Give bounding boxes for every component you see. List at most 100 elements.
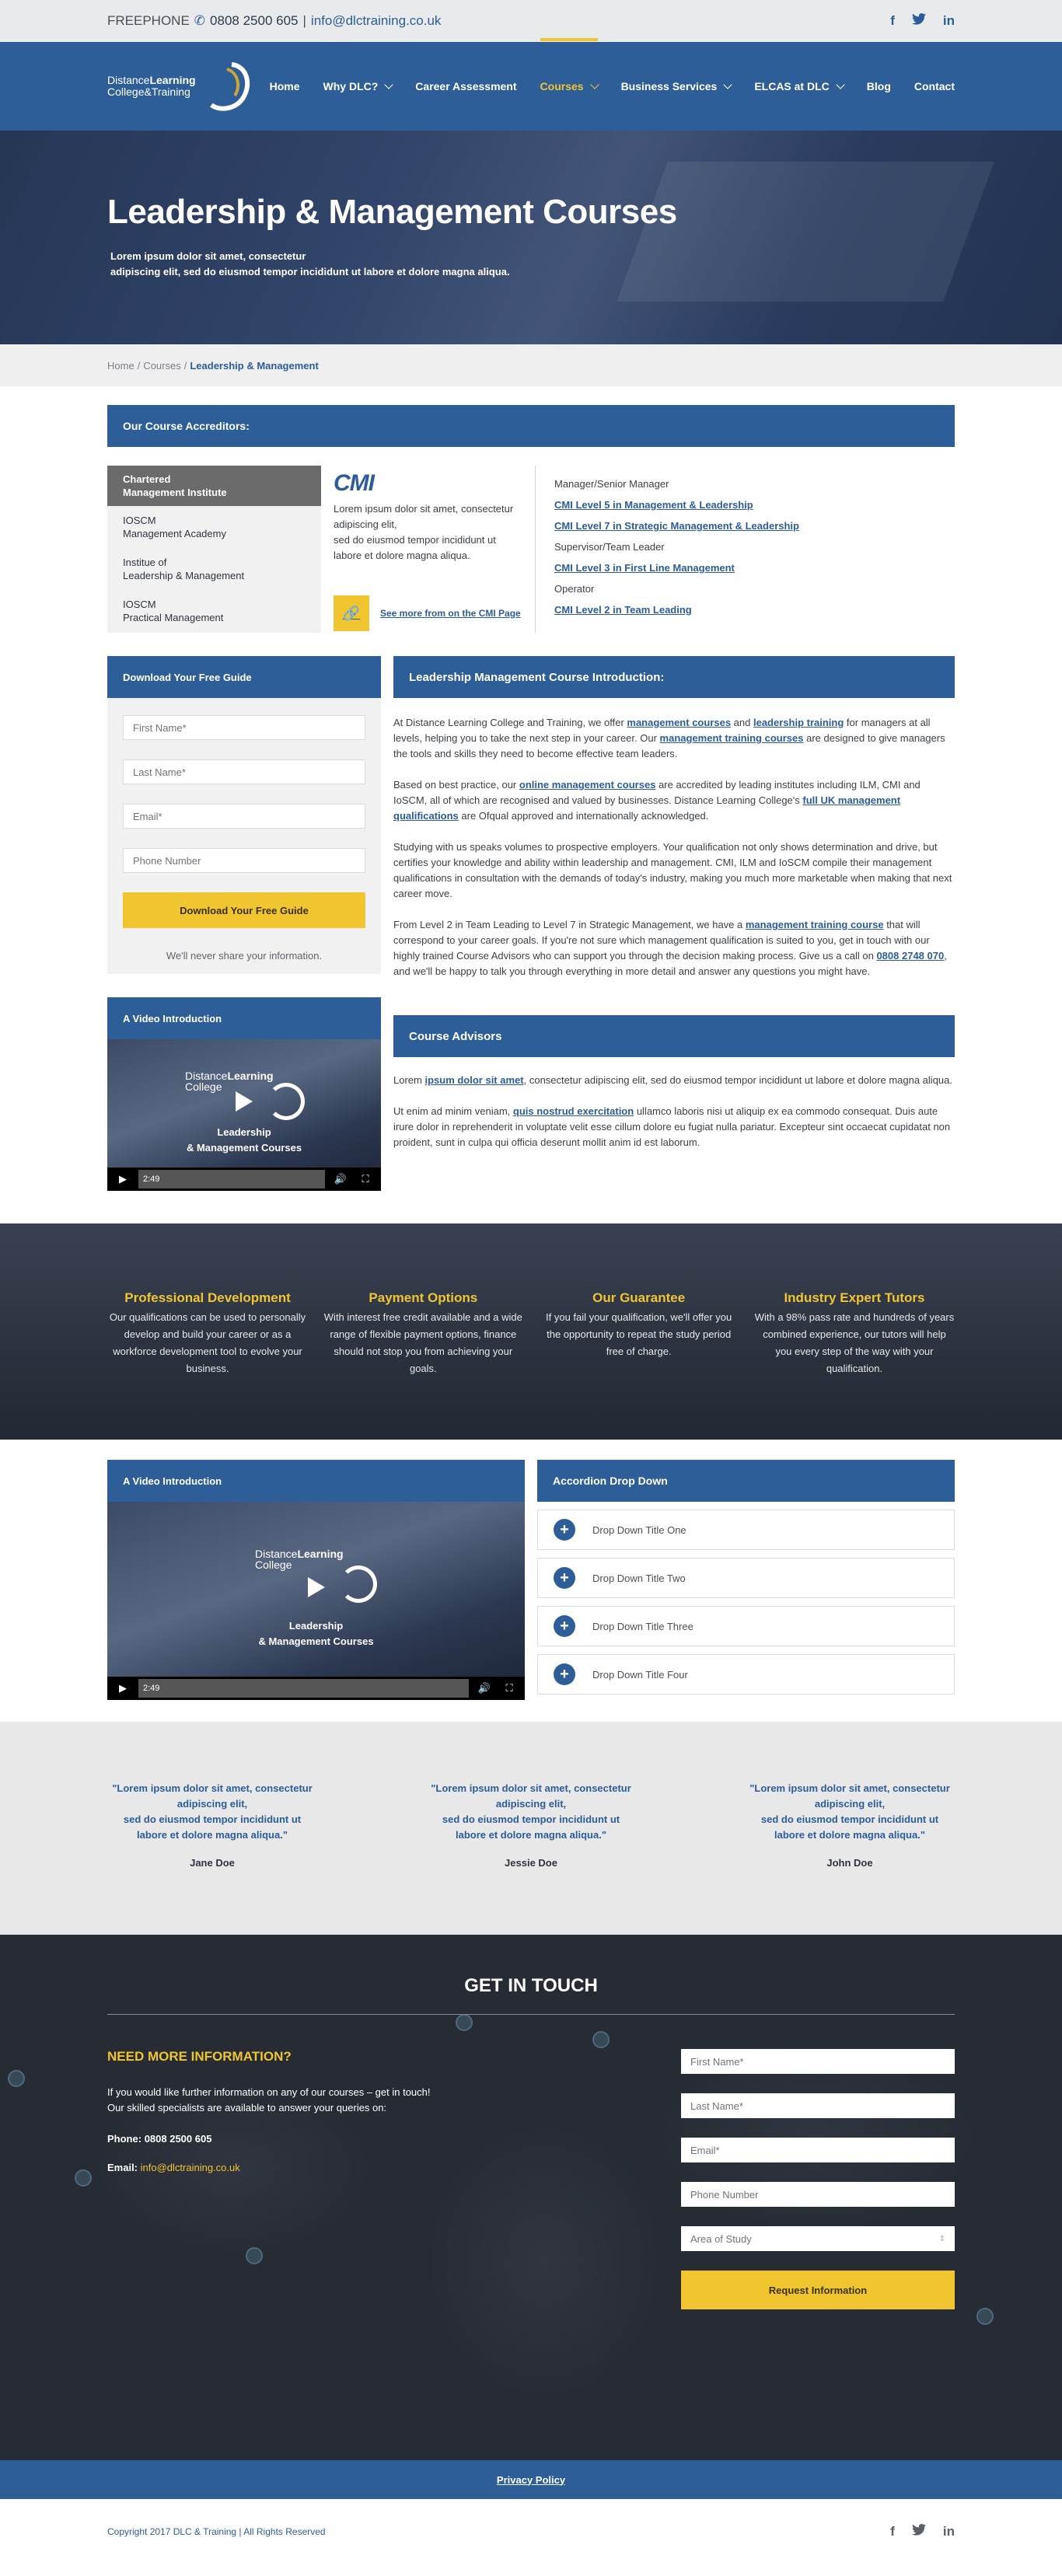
accordion-item-title: Drop Down Title Two: [592, 1572, 686, 1584]
course-link[interactable]: CMI Level 3 in First Line Management: [554, 557, 936, 578]
desc-line: sed do eiusmod tempor incididunt ut labo…: [334, 534, 496, 561]
email-field[interactable]: Email*: [681, 2138, 955, 2162]
tab-line: Leadership & Management: [123, 570, 245, 581]
breadcrumb-courses[interactable]: Courses: [143, 360, 180, 372]
twitter-icon[interactable]: [911, 13, 926, 29]
fullscreen-icon[interactable]: ⛶: [500, 1682, 519, 1695]
video-progress-bar[interactable]: 2:49: [138, 1170, 325, 1189]
video-player[interactable]: DistanceLearning College Leadership & Mana…: [107, 1502, 525, 1700]
quote-line: "Lorem ipsum dolor sit amet, consectetur: [431, 1782, 631, 1794]
inline-link[interactable]: quis nostrud exercitation: [513, 1105, 634, 1117]
breadcrumb-home[interactable]: Home: [107, 360, 134, 372]
cmi-page-link[interactable]: 🔗 See more from on the CMI Page: [334, 595, 521, 631]
course-level-heading: Manager/Senior Manager: [554, 478, 669, 490]
play-icon[interactable]: [307, 1577, 325, 1597]
phone-field[interactable]: Phone Number: [681, 2182, 955, 2207]
nav-career-label: Career Assessment: [415, 80, 517, 92]
phone-link[interactable]: 0808 2748 070: [876, 950, 944, 962]
play-button-icon[interactable]: ▶: [114, 1173, 132, 1185]
video-intro-small: A Video Introduction DistanceLearning Col…: [107, 997, 381, 1191]
nav-courses-label: Courses: [540, 80, 584, 92]
topbar-phone[interactable]: 0808 2500 605: [210, 13, 298, 29]
volume-icon[interactable]: 🔊: [331, 1173, 350, 1185]
video-player[interactable]: DistanceLearning College Leadership & Mana…: [107, 1039, 381, 1191]
twitter-icon[interactable]: [911, 2524, 926, 2539]
feature-card: Industry Expert Tutors With a 98% pass ra…: [754, 1290, 955, 1377]
phone-icon: ✆: [194, 13, 206, 28]
accordion-item[interactable]: + Drop Down Title Two: [537, 1558, 955, 1598]
chevron-down-icon: [384, 79, 393, 89]
inline-link[interactable]: ipsum dolor sit amet: [424, 1074, 523, 1086]
area-of-study-select[interactable]: Area of Study ⇕: [681, 2226, 955, 2251]
feature-title: Industry Expert Tutors: [784, 1290, 925, 1305]
volume-icon[interactable]: 🔊: [475, 1682, 494, 1695]
course-link[interactable]: CMI Level 7 in Strategic Management & Le…: [554, 515, 936, 536]
video-header: A Video Introduction: [107, 1460, 525, 1502]
chevron-down-icon: [589, 79, 599, 89]
first-name-field[interactable]: First Name*: [123, 715, 365, 740]
caption-line: Leadership: [217, 1126, 271, 1138]
accreditor-tab-ioscm-academy[interactable]: IOSCM Management Academy: [107, 506, 321, 548]
intro-paragraph: At Distance Learning College and Trainin…: [393, 715, 955, 762]
linkedin-icon[interactable]: in: [943, 13, 955, 29]
facebook-icon[interactable]: f: [890, 13, 895, 29]
hero-subtitle-line2: adipiscing elit, sed do eiusmod tempor i…: [110, 266, 510, 277]
nav-elcas[interactable]: ELCAS at DLC: [754, 72, 845, 100]
quote-line: sed do eiusmod tempor incididunt ut: [123, 1813, 302, 1825]
hero-banner: Leadership & Management Courses Lorem ip…: [0, 131, 1062, 344]
nav-home[interactable]: Home: [270, 72, 300, 100]
nav-blog[interactable]: Blog: [867, 72, 891, 100]
phone-field[interactable]: Phone Number: [123, 848, 365, 873]
advisors-paragraph: Ut enim ad minim veniam, quis nostrud ex…: [393, 1104, 955, 1150]
nav-home-label: Home: [269, 80, 300, 92]
course-link[interactable]: CMI Level 2 in Team Leading: [554, 599, 936, 620]
top-bar: FREEPHONE ✆ 0808 2500 605 | info@dlctrai…: [0, 0, 1062, 42]
nav-career-assessment[interactable]: Career Assessment: [415, 72, 516, 100]
fullscreen-icon[interactable]: ⛶: [356, 1173, 375, 1185]
first-name-field[interactable]: First Name*: [681, 2049, 955, 2074]
accreditor-tab-ioscm-practical[interactable]: IOSCM Practical Management: [107, 590, 321, 632]
accreditor-tab-ilm[interactable]: Institue of Leadership & Management: [107, 548, 321, 590]
email-field[interactable]: Email*: [123, 804, 365, 829]
play-icon[interactable]: [236, 1091, 253, 1112]
linkedin-icon[interactable]: in: [943, 2524, 955, 2539]
play-button-icon[interactable]: ▶: [114, 1682, 132, 1695]
nav-why-dlc[interactable]: Why DLC?: [323, 72, 393, 100]
email-value[interactable]: info@dlctraining.co.uk: [141, 2162, 240, 2173]
caption-line: Leadership: [288, 1620, 344, 1632]
inline-link[interactable]: leadership training: [753, 717, 844, 728]
accordion-item[interactable]: + Drop Down Title Four: [537, 1654, 955, 1695]
inline-link[interactable]: online management courses: [519, 779, 656, 791]
accordion-header: Accordion Drop Down: [537, 1460, 955, 1502]
course-link[interactable]: CMI Level 5 in Management & Leadership: [554, 494, 936, 515]
video-progress-bar[interactable]: 2:49: [138, 1679, 469, 1698]
accreditor-tab-cmi[interactable]: Chartered Management Institute: [107, 466, 321, 506]
inline-link[interactable]: management training courses: [660, 732, 804, 744]
nav-contact[interactable]: Contact: [914, 72, 955, 100]
last-name-field[interactable]: Last Name*: [123, 759, 365, 784]
inline-link[interactable]: management courses: [627, 717, 731, 728]
phone-value[interactable]: 0808 2500 605: [145, 2133, 212, 2145]
video-logo-text: Learning: [227, 1070, 274, 1082]
tab-line: Management Academy: [123, 528, 226, 539]
breadcrumb-sep: /: [183, 359, 187, 372]
download-guide-button[interactable]: Download Your Free Guide: [123, 892, 365, 928]
nav-courses[interactable]: Courses: [540, 38, 599, 100]
request-information-button[interactable]: Request Information: [681, 2271, 955, 2309]
last-name-field[interactable]: Last Name*: [681, 2093, 955, 2118]
nav-business-services[interactable]: Business Services: [621, 72, 732, 100]
video-time: 2:49: [143, 1175, 160, 1184]
site-logo[interactable]: DistanceLearning College&Training: [107, 58, 250, 114]
privacy-policy-link[interactable]: Privacy Policy: [497, 2474, 565, 2486]
intro-header: Leadership Management Course Introductio…: [393, 656, 955, 698]
plus-icon: +: [554, 1615, 575, 1637]
accordion-item-title: Drop Down Title Four: [592, 1668, 688, 1681]
text: are Ofqual approved and internationally …: [458, 810, 709, 822]
accordion-item[interactable]: + Drop Down Title Three: [537, 1606, 955, 1646]
video-intro-large: A Video Introduction DistanceLearning Col…: [107, 1460, 525, 1700]
inline-link[interactable]: management training course: [746, 919, 884, 930]
facebook-icon[interactable]: f: [890, 2524, 895, 2539]
accordion-item[interactable]: + Drop Down Title One: [537, 1510, 955, 1550]
topbar-email[interactable]: info@dlctraining.co.uk: [311, 13, 442, 29]
quote-line: adipiscing elit,: [495, 1798, 567, 1810]
